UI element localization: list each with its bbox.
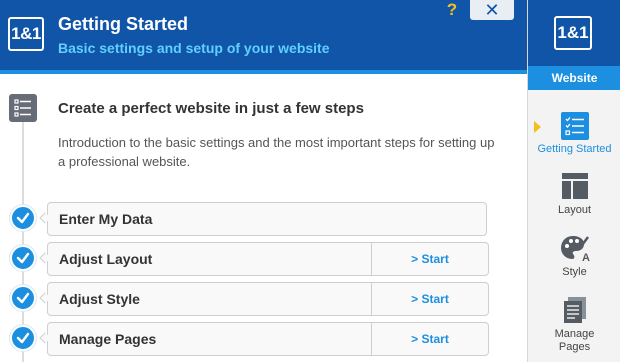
sidebar-item-label: Getting Started xyxy=(537,143,612,155)
sidebar-item-getting-started[interactable]: Getting Started xyxy=(528,112,620,156)
svg-text:A: A xyxy=(582,252,590,262)
sidebar-item-style[interactable]: A Style xyxy=(528,234,620,279)
header-accent-strip xyxy=(0,70,527,74)
step-complete-check-icon xyxy=(10,245,36,271)
checklist-icon xyxy=(560,112,589,140)
right-sidebar: 1&1 Website Getting Started Layout A Sty… xyxy=(527,0,620,362)
pages-icon xyxy=(561,296,589,324)
sidebar-header: 1&1 xyxy=(528,0,620,66)
step-label: Adjust Layout xyxy=(59,251,153,267)
sidebar-brand-logo: 1&1 xyxy=(554,16,592,50)
sidebar-item-manage-pages[interactable]: Manage Pages xyxy=(528,296,620,354)
sidebar-section-website[interactable]: Website xyxy=(528,66,620,90)
close-button[interactable]: ✕ xyxy=(470,0,514,20)
start-button[interactable]: > Start xyxy=(371,323,488,355)
layout-icon xyxy=(561,172,589,200)
intro-heading: Create a perfect website in just a few s… xyxy=(58,100,364,117)
palette-icon: A xyxy=(560,234,590,264)
getting-started-panel: 1&1 Getting Started Basic settings and s… xyxy=(0,0,527,362)
panel-subtitle: Basic settings and setup of your website xyxy=(58,40,330,56)
start-button[interactable]: > Start xyxy=(371,243,488,275)
step-label: Manage Pages xyxy=(59,331,157,347)
sidebar-item-label: Manage Pages xyxy=(554,328,595,353)
step-manage-pages[interactable]: Manage Pages > Start xyxy=(47,322,489,356)
step-label: Adjust Style xyxy=(59,291,140,307)
close-icon: ✕ xyxy=(484,0,500,20)
help-icon[interactable]: ? xyxy=(443,1,461,19)
sidebar-item-layout[interactable]: Layout xyxy=(528,172,620,217)
step-adjust-style[interactable]: Adjust Style > Start xyxy=(47,282,489,316)
step-complete-check-icon xyxy=(10,325,36,351)
brand-logo: 1&1 xyxy=(8,17,44,51)
sidebar-item-label: Layout xyxy=(557,204,592,216)
step-label: Enter My Data xyxy=(59,211,153,227)
start-button[interactable]: > Start xyxy=(371,283,488,315)
panel-title: Getting Started xyxy=(58,14,189,34)
active-item-pointer xyxy=(534,121,541,133)
checklist-icon xyxy=(9,94,37,122)
step-complete-check-icon xyxy=(10,205,36,231)
intro-description: Introduction to the basic settings and t… xyxy=(58,135,495,169)
app-window: 1&1 Getting Started Basic settings and s… xyxy=(0,0,620,362)
panel-header: 1&1 Getting Started Basic settings and s… xyxy=(0,0,527,70)
step-enter-my-data[interactable]: Enter My Data xyxy=(47,202,487,236)
step-adjust-layout[interactable]: Adjust Layout > Start xyxy=(47,242,489,276)
sidebar-item-label: Style xyxy=(562,266,587,278)
step-complete-check-icon xyxy=(10,285,36,311)
